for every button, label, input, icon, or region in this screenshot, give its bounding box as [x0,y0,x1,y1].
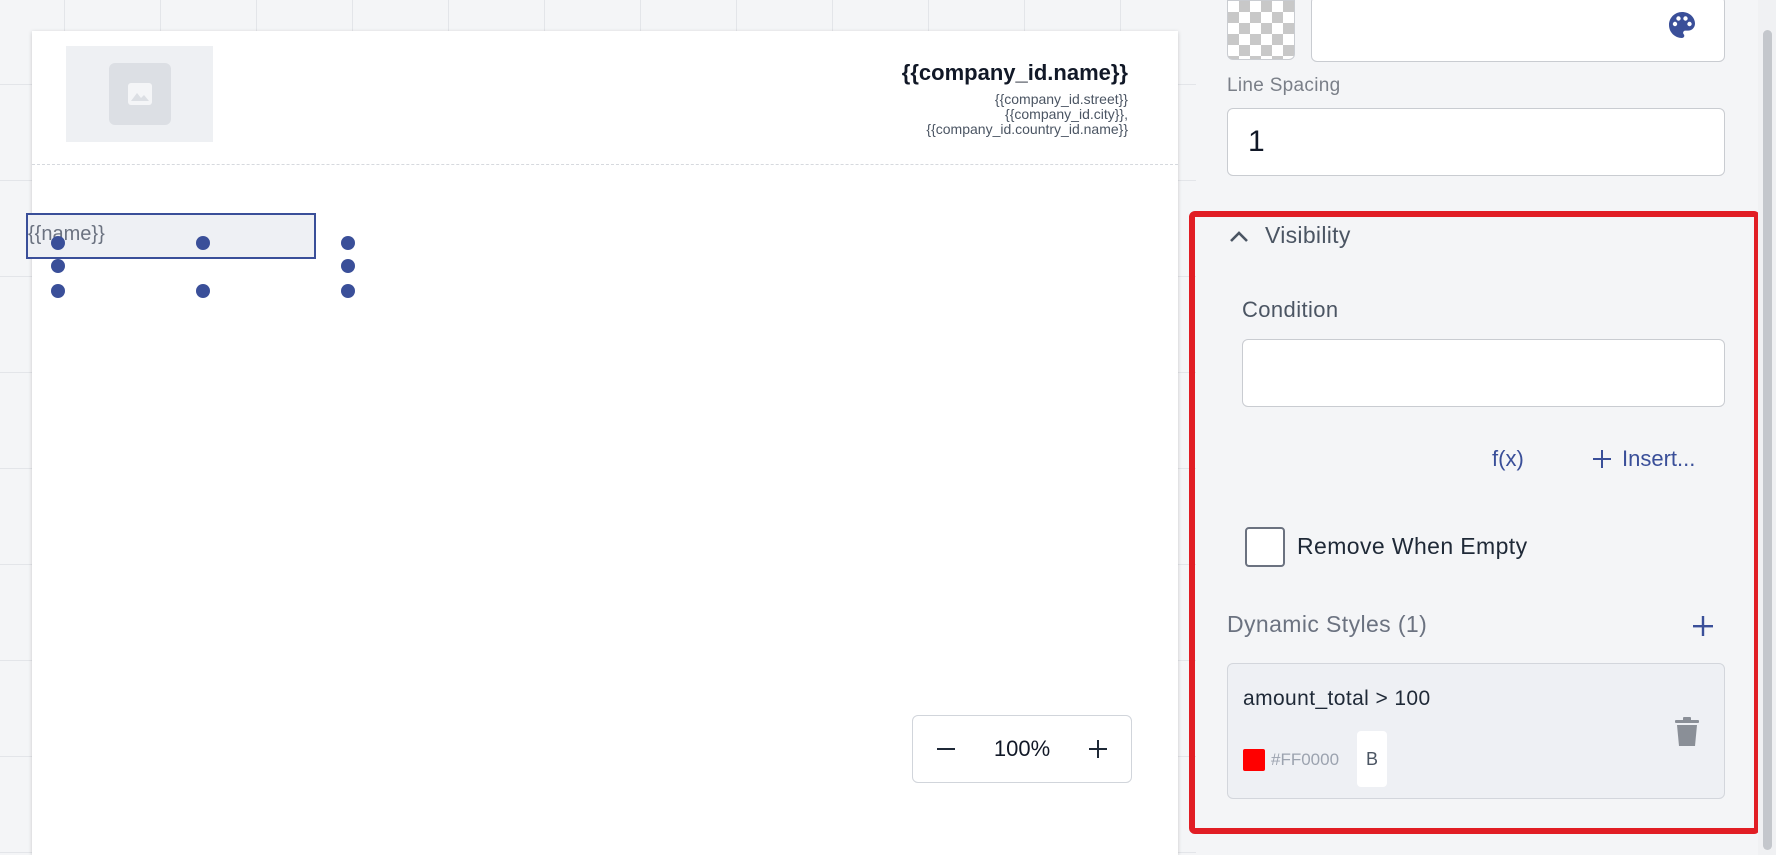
design-canvas[interactable]: {{company_id.name}} {{company_id.street}… [0,0,1196,855]
zoom-in-button[interactable] [1081,732,1115,766]
plus-icon [1693,616,1713,636]
insert-label: Insert... [1622,446,1696,471]
dynamic-style-bold-badge: B [1357,731,1387,787]
logo-placeholder[interactable] [66,46,213,142]
dynamic-style-card[interactable]: amount_total > 100 #FF0000 B [1227,663,1725,799]
resize-handle-left[interactable] [51,259,65,273]
add-dynamic-style-button[interactable] [1688,611,1718,641]
resize-handle-bottom[interactable] [196,284,210,298]
dynamic-style-condition: amount_total > 100 [1243,687,1431,710]
company-address-block[interactable]: {{company_id.name}} {{company_id.street}… [902,59,1128,137]
resize-handle-bottom-right[interactable] [341,284,355,298]
zoom-level: 100% [993,736,1051,761]
remove-when-empty-checkbox[interactable] [1245,527,1285,567]
resize-handle-top-right[interactable] [341,236,355,250]
line-spacing-label: Line Spacing [1227,75,1341,96]
plus-icon [1593,450,1611,468]
dynamic-style-color-hex: #FF0000 [1271,750,1340,769]
panel-scrollbar-thumb[interactable] [1763,30,1772,850]
page-header[interactable]: {{company_id.name}} {{company_id.street}… [32,31,1178,165]
line-spacing-value: 1 [1248,125,1265,158]
line-spacing-input[interactable]: 1 [1227,108,1725,176]
visibility-section-toggle[interactable]: Visibility [1229,222,1351,249]
visibility-title: Visibility [1265,222,1351,248]
background-color-swatch[interactable] [1227,0,1295,60]
minus-icon [937,748,955,750]
plus-icon [1089,740,1107,758]
image-icon [108,63,171,125]
insert-button[interactable]: Insert... [1592,446,1695,472]
trash-icon[interactable] [1674,717,1700,747]
condition-input[interactable] [1242,339,1725,407]
resize-handle-top[interactable] [196,236,210,250]
resize-handle-bottom-left[interactable] [51,284,65,298]
remove-when-empty-label[interactable]: Remove When Empty [1297,533,1528,560]
company-name: {{company_id.name}} [901,60,1128,85]
company-country: {{company_id.country_id.name}} [926,121,1128,137]
resize-handle-top-left[interactable] [51,236,65,250]
background-color-input[interactable] [1311,0,1725,62]
dynamic-styles-title: Dynamic Styles (1) [1227,611,1428,637]
selected-text-field[interactable]: {{name}} [26,213,316,259]
dynamic-style-color-swatch [1243,749,1265,771]
company-street: {{company_id.street}} [994,91,1128,107]
field-text: {{name}} [28,223,105,245]
resize-handle-right[interactable] [341,259,355,273]
company-city: {{company_id.city}}, [1005,106,1128,122]
formula-button[interactable]: f(x) [1492,446,1524,472]
chevron-up-icon [1230,230,1248,242]
zoom-out-button[interactable] [929,732,963,766]
palette-icon[interactable] [1666,9,1698,41]
condition-label: Condition [1242,297,1339,322]
zoom-control: 100% [912,715,1132,783]
